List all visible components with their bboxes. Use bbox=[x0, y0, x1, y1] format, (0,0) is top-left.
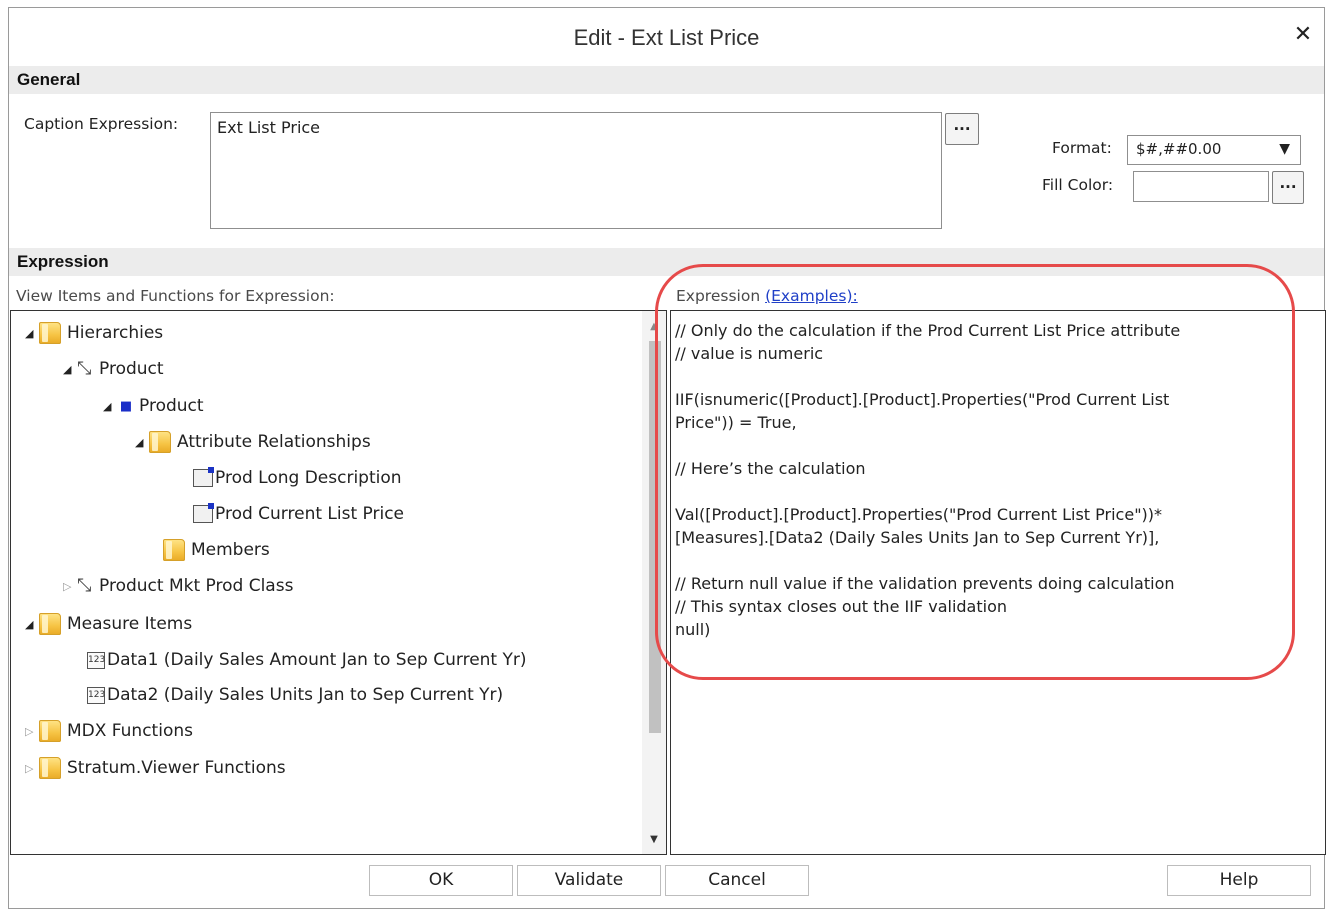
numeric-measure-icon: 123 bbox=[87, 686, 105, 704]
format-value: $#,##0.00 bbox=[1136, 140, 1222, 158]
tree-item-label: Stratum.Viewer Functions bbox=[67, 758, 286, 778]
caption-expression-input[interactable]: Ext List Price bbox=[210, 112, 942, 229]
caption-browse-button[interactable]: ... bbox=[945, 113, 979, 145]
validate-button[interactable]: Validate bbox=[517, 865, 661, 896]
tree-item-label: Data2 (Daily Sales Units Jan to Sep Curr… bbox=[107, 685, 504, 705]
help-button[interactable]: Help bbox=[1167, 865, 1311, 896]
expression-section-header: Expression bbox=[9, 248, 1324, 276]
folder-icon bbox=[149, 431, 171, 453]
folder-icon bbox=[39, 613, 61, 635]
fill-color-input[interactable] bbox=[1133, 171, 1269, 202]
folder-icon bbox=[39, 757, 61, 779]
format-label: Format: bbox=[1052, 139, 1112, 157]
view-items-label: View Items and Functions for Expression: bbox=[16, 287, 335, 305]
tree-item-prod-long-description[interactable]: Prod Long Description bbox=[193, 466, 402, 490]
cancel-button[interactable]: Cancel bbox=[665, 865, 809, 896]
expression-label: Expression (Examples): bbox=[676, 287, 858, 305]
fill-color-label: Fill Color: bbox=[1042, 176, 1114, 194]
fill-color-browse-button[interactable]: ... bbox=[1272, 171, 1304, 204]
examples-link[interactable]: (Examples): bbox=[765, 287, 858, 305]
expanded-arrow-icon[interactable]: ◢ bbox=[25, 618, 39, 631]
expanded-arrow-icon[interactable]: ◢ bbox=[25, 327, 39, 340]
tree-item-label: MDX Functions bbox=[67, 721, 193, 741]
expanded-arrow-icon[interactable]: ◢ bbox=[135, 436, 149, 449]
tree-item-label: Members bbox=[191, 540, 270, 560]
caption-expression-label: Caption Expression: bbox=[24, 115, 179, 133]
tree-item-prod-current-list-price[interactable]: Prod Current List Price bbox=[193, 502, 404, 526]
tree-item-product-hierarchy[interactable]: ◢ ⤡ Product bbox=[63, 357, 164, 381]
tree-item-hierarchies[interactable]: ◢ Hierarchies bbox=[25, 321, 163, 345]
tree-item-data2[interactable]: 123 Data2 (Daily Sales Units Jan to Sep … bbox=[87, 683, 503, 707]
tree-item-label: Measure Items bbox=[67, 614, 193, 634]
tree-scrollbar[interactable]: ▲ ▼ bbox=[642, 311, 666, 854]
hierarchy-icon: ⤡ bbox=[77, 575, 92, 596]
tree-item-members[interactable]: Members bbox=[163, 538, 270, 562]
dialog-title: Edit - Ext List Price bbox=[573, 25, 760, 50]
tree-item-product-level[interactable]: ◢ ■ Product bbox=[103, 394, 204, 418]
edit-dialog: Edit - Ext List Price ✕ General Caption … bbox=[8, 7, 1326, 909]
tree-item-mdx-functions[interactable]: ▷ MDX Functions bbox=[25, 719, 193, 743]
caption-expression-value: Ext List Price bbox=[217, 118, 321, 137]
scroll-down-icon[interactable]: ▼ bbox=[648, 834, 660, 846]
general-section-header: General bbox=[9, 66, 1324, 94]
expression-code: // Only do the calculation if the Prod C… bbox=[675, 321, 1181, 639]
tree-item-stratum-viewer-functions[interactable]: ▷ Stratum.Viewer Functions bbox=[25, 756, 286, 780]
expanded-arrow-icon[interactable]: ◢ bbox=[103, 400, 117, 413]
folder-icon bbox=[39, 720, 61, 742]
tree-item-label: Attribute Relationships bbox=[177, 432, 371, 452]
tree-item-label: Prod Long Description bbox=[215, 468, 402, 488]
collapsed-arrow-icon[interactable]: ▷ bbox=[63, 580, 77, 593]
expanded-arrow-icon[interactable]: ◢ bbox=[63, 363, 77, 376]
dialog-titlebar: Edit - Ext List Price ✕ bbox=[9, 8, 1324, 66]
property-icon bbox=[193, 503, 214, 523]
tree-item-label: Product bbox=[139, 396, 204, 416]
tree-item-label: Prod Current List Price bbox=[215, 504, 405, 524]
items-tree-panel[interactable]: ◢ Hierarchies ◢ ⤡ Product ◢ ■ Product ◢ … bbox=[10, 310, 667, 855]
expression-label-text: Expression bbox=[676, 287, 761, 305]
property-icon bbox=[193, 467, 214, 487]
format-select[interactable]: $#,##0.00 ▼ bbox=[1127, 135, 1301, 165]
hierarchy-icon: ⤡ bbox=[77, 358, 92, 379]
collapsed-arrow-icon[interactable]: ▷ bbox=[25, 762, 39, 775]
tree-item-attribute-relationships[interactable]: ◢ Attribute Relationships bbox=[135, 430, 371, 454]
level-dot-icon: ■ bbox=[119, 398, 133, 414]
close-icon[interactable]: ✕ bbox=[1292, 24, 1314, 46]
tree-item-measure-items[interactable]: ◢ Measure Items bbox=[25, 612, 192, 636]
numeric-measure-icon: 123 bbox=[87, 651, 105, 669]
ok-button[interactable]: OK bbox=[369, 865, 513, 896]
expression-editor[interactable]: // Only do the calculation if the Prod C… bbox=[670, 310, 1326, 855]
scrollbar-thumb[interactable] bbox=[649, 341, 661, 733]
folder-icon bbox=[163, 539, 185, 561]
tree-item-label: Product bbox=[99, 359, 164, 379]
tree-item-product-mkt-prod-class[interactable]: ▷ ⤡ Product Mkt Prod Class bbox=[63, 574, 293, 598]
collapsed-arrow-icon[interactable]: ▷ bbox=[25, 725, 39, 738]
tree-item-data1[interactable]: 123 Data1 (Daily Sales Amount Jan to Sep… bbox=[87, 648, 527, 672]
tree-item-label: Product Mkt Prod Class bbox=[99, 576, 294, 596]
tree-item-label: Hierarchies bbox=[67, 323, 164, 343]
scroll-up-icon[interactable]: ▲ bbox=[648, 321, 660, 333]
tree-item-label: Data1 (Daily Sales Amount Jan to Sep Cur… bbox=[107, 650, 527, 670]
chevron-down-icon: ▼ bbox=[1279, 141, 1290, 157]
folder-icon bbox=[39, 322, 61, 344]
